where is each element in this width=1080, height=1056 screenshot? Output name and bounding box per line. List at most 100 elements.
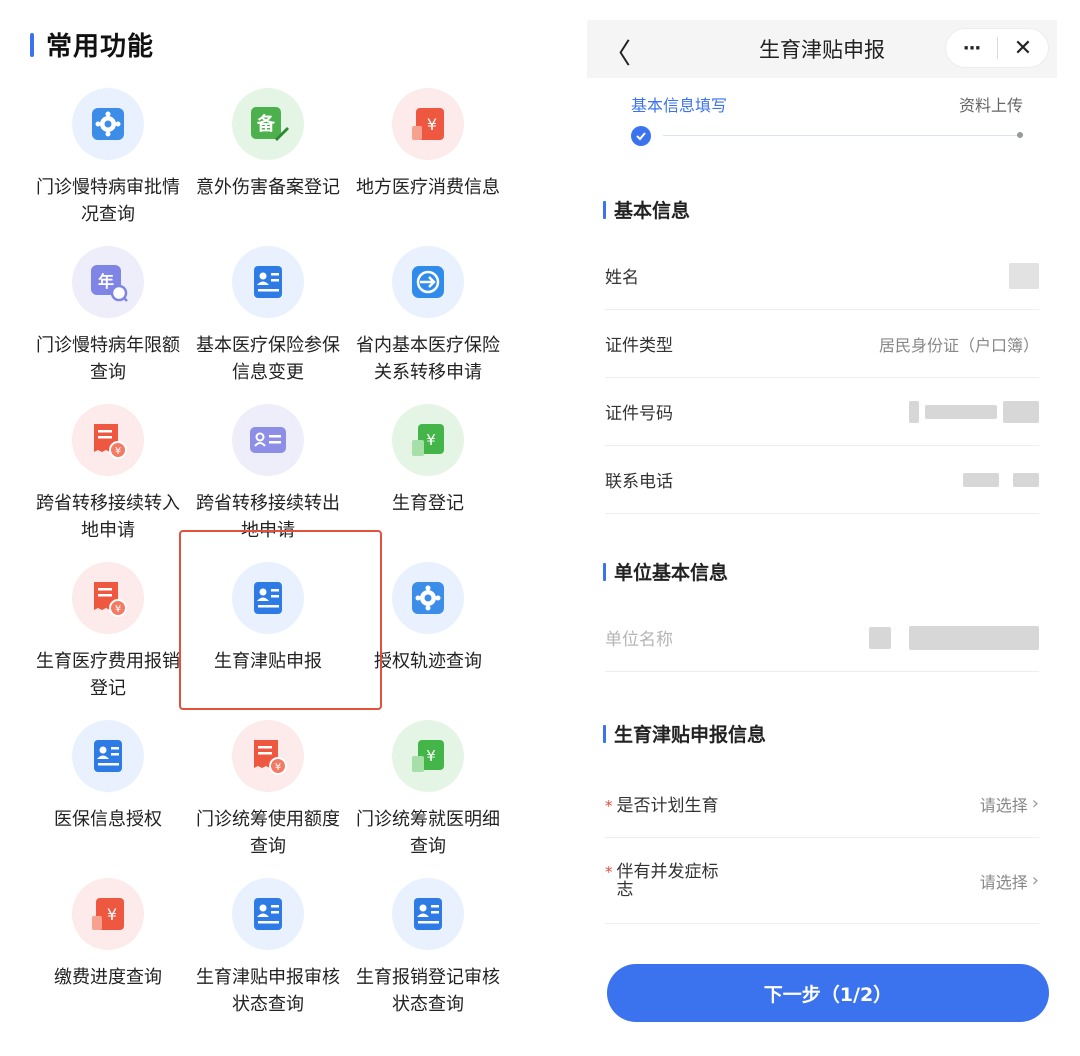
group-header-basic: 基本信息 (603, 196, 1041, 223)
step-line (663, 135, 1021, 136)
select-placeholder: 请选择 (979, 872, 1028, 892)
function-item[interactable]: 医保信息授权 (28, 720, 188, 878)
svg-text:¥: ¥ (107, 905, 117, 924)
id-number-redacted (903, 400, 1039, 423)
function-item[interactable]: ¥ 缴费进度查询 (28, 878, 188, 1036)
group-accent-bar (603, 562, 606, 581)
required-mark: * (605, 797, 613, 815)
unit-name-redacted (863, 625, 1039, 650)
function-item-maternity-allowance[interactable]: 生育津贴申报 (188, 562, 348, 720)
function-label: 门诊统筹就医明细查询 (356, 809, 500, 857)
field-label-text: 是否计划生育 (616, 796, 719, 816)
function-label: 医保信息授权 (54, 809, 162, 830)
maternity-allowance-form-screen: 〈 生育津贴申报 ··· ✕ 基本信息填写 资料上传 基本信息 姓名 证件类型 … (587, 20, 1057, 1036)
common-functions-panel: 常用功能 门诊慢特病审批情况查询 备 意外伤害备案登记 ¥ 地方医疗消费信息 年… (0, 0, 560, 1056)
function-item[interactable]: 基本医疗保险参保信息变更 (188, 246, 348, 404)
function-label: 跨省转移接续转入地申请 (36, 493, 180, 541)
function-item[interactable]: ¥ 门诊统筹就医明细查询 (348, 720, 508, 878)
function-label: 门诊统筹使用额度查询 (196, 809, 340, 857)
svg-text:¥: ¥ (426, 747, 436, 765)
function-item[interactable]: 生育津贴申报审核状态查询 (188, 878, 348, 1036)
function-item[interactable]: 生育报销登记审核状态查询 (348, 878, 508, 1036)
svg-text:¥: ¥ (427, 115, 437, 134)
section-title: 常用功能 (46, 32, 155, 62)
bei-edit-icon: 备 (232, 88, 304, 160)
function-label: 生育津贴申报审核状态查询 (196, 967, 340, 1015)
gear-icon (72, 88, 144, 160)
function-label: 门诊慢特病年限额查询 (36, 335, 180, 383)
planned-birth-row[interactable]: * 是否计划生育 请选择 › (605, 770, 1039, 838)
next-step-button[interactable]: 下一步（1/2） (607, 964, 1049, 1022)
function-item[interactable]: ¥ 跨省转移接续转入地申请 (28, 404, 188, 562)
function-label: 门诊慢特病审批情况查询 (36, 177, 180, 225)
unit-name-row: 单位名称 (605, 604, 1039, 672)
phone-row: 联系电话 (605, 446, 1039, 514)
function-item[interactable]: ¥ 生育登记 (348, 404, 508, 562)
complication-select[interactable]: 请选择 › (980, 869, 1039, 893)
year-search-icon: 年 (72, 246, 144, 318)
function-item[interactable]: ¥ 生育医疗费用报销登记 (28, 562, 188, 720)
id-number-row: 证件号码 (605, 378, 1039, 446)
field-label: 联系电话 (605, 472, 673, 492)
person-card-icon (72, 720, 144, 792)
function-label: 生育医疗费用报销登记 (36, 651, 180, 699)
field-label: 单位名称 (605, 630, 673, 650)
section-accent-bar (30, 32, 34, 57)
group-header-unit: 单位基本信息 (603, 558, 1041, 585)
yuan-card-icon: ¥ (72, 878, 144, 950)
field-label: 姓名 (605, 268, 639, 288)
phone-redacted (957, 472, 1039, 487)
person-card-icon (232, 878, 304, 950)
function-label: 意外伤害备案登记 (196, 177, 340, 198)
person-card-icon (392, 878, 464, 950)
group-accent-bar (603, 200, 606, 219)
function-item[interactable]: 跨省转移接续转出地申请 (188, 404, 348, 562)
function-label: 基本医疗保险参保信息变更 (196, 335, 340, 383)
svg-text:¥: ¥ (115, 446, 121, 457)
group-title: 生育津贴申报信息 (614, 724, 767, 746)
function-label: 省内基本医疗保险关系转移申请 (356, 335, 500, 383)
check-icon (631, 126, 651, 146)
group-title: 基本信息 (614, 200, 691, 222)
svg-text:¥: ¥ (115, 604, 121, 615)
function-label: 授权轨迹查询 (374, 651, 482, 672)
step-upload: 资料上传 (958, 96, 1023, 115)
chevron-right-icon: › (1031, 870, 1039, 891)
svg-text:¥: ¥ (275, 762, 281, 773)
more-icon[interactable]: ··· (946, 38, 997, 59)
function-item[interactable]: 授权轨迹查询 (348, 562, 508, 720)
function-item[interactable]: 备 意外伤害备案登记 (188, 88, 348, 246)
name-row: 姓名 (605, 242, 1039, 310)
close-icon[interactable]: ✕ (998, 36, 1048, 61)
function-label: 生育报销登记审核状态查询 (356, 967, 500, 1015)
field-label: * 伴有并发症标志 (605, 863, 725, 899)
receipt-yuan-icon: ¥ (72, 404, 144, 476)
yuan-book-icon: ¥ (392, 720, 464, 792)
chevron-right-icon: › (1031, 793, 1039, 814)
section-header: 常用功能 (30, 26, 154, 63)
person-card-icon (232, 246, 304, 318)
mini-program-capsule: ··· ✕ (945, 28, 1049, 68)
svg-text:年: 年 (98, 272, 114, 291)
yuan-card-icon: ¥ (392, 88, 464, 160)
function-item[interactable]: 年 门诊慢特病年限额查询 (28, 246, 188, 404)
complication-row[interactable]: * 伴有并发症标志 请选择 › (605, 838, 1039, 924)
function-grid: 门诊慢特病审批情况查询 备 意外伤害备案登记 ¥ 地方医疗消费信息 年 门诊慢特… (28, 88, 508, 1036)
nav-bar: 〈 生育津贴申报 ··· ✕ (587, 20, 1057, 78)
function-item[interactable]: 省内基本医疗保险关系转移申请 (348, 246, 508, 404)
required-mark: * (605, 862, 613, 881)
function-item[interactable]: 门诊慢特病审批情况查询 (28, 88, 188, 246)
step-dot (1017, 132, 1023, 138)
name-value-redacted (1003, 262, 1039, 289)
yuan-book-icon: ¥ (392, 404, 464, 476)
step-basic-info: 基本信息填写 (631, 96, 728, 115)
id-card-icon (232, 404, 304, 476)
function-item[interactable]: ¥ 地方医疗消费信息 (348, 88, 508, 246)
id-type-row: 证件类型 居民身份证（户口簿） (605, 310, 1039, 378)
field-label: * 是否计划生育 (605, 791, 719, 816)
function-item[interactable]: ¥ 门诊统筹使用额度查询 (188, 720, 348, 878)
select-placeholder: 请选择 (979, 795, 1028, 815)
planned-birth-select[interactable]: 请选择 › (980, 792, 1039, 816)
transfer-icon (392, 246, 464, 318)
group-accent-bar (603, 724, 606, 743)
